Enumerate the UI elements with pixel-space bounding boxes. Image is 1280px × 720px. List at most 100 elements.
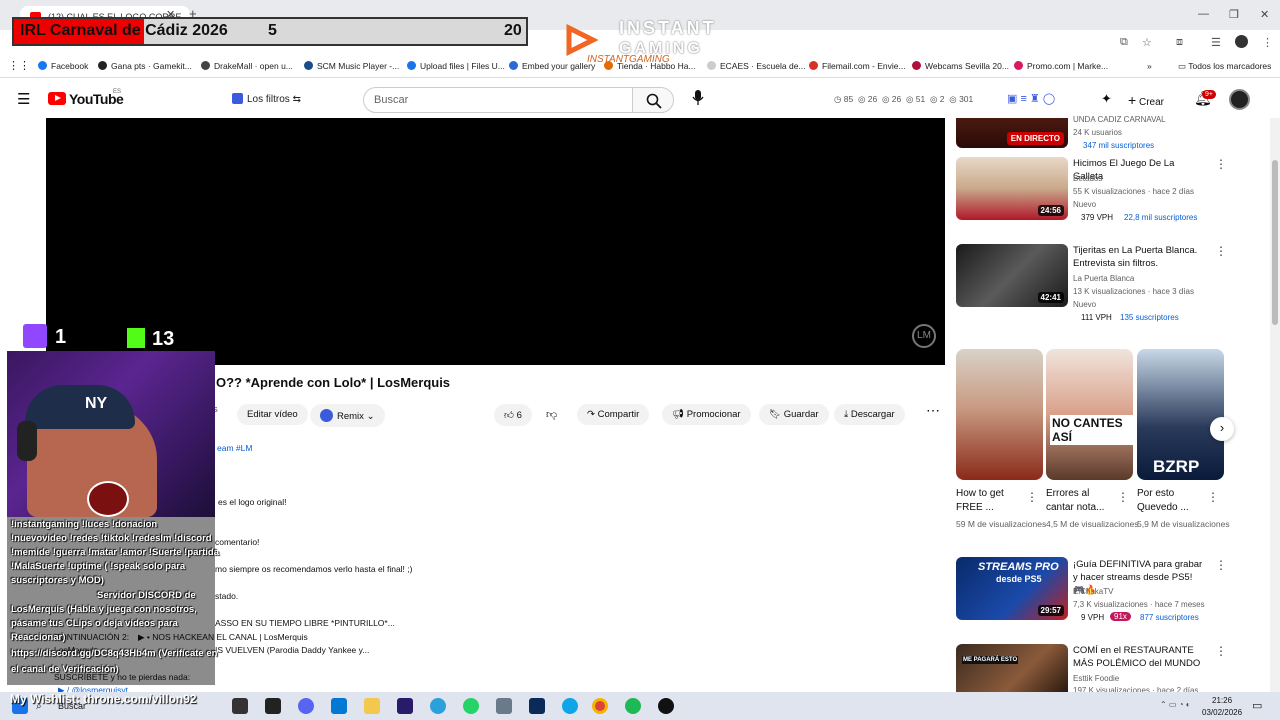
apps-grid-icon[interactable]: ⋮⋮ xyxy=(8,59,30,72)
sidebar-channel[interactable]: La Puerta Blanca xyxy=(1073,274,1134,283)
shorts-next-button[interactable]: › xyxy=(1210,417,1234,441)
description-hashtags[interactable]: eam #LM xyxy=(217,443,252,453)
bookmark-upload-files[interactable]: Upload files | Files U... xyxy=(407,61,505,71)
file-explorer-icon[interactable] xyxy=(364,698,380,714)
bookmark-gamekit[interactable]: Gana pts · Gamekit... xyxy=(98,61,192,71)
sidebar-video-title[interactable]: COMÍ en el RESTAURANTE MÁS POLÉMICO del … xyxy=(1073,644,1205,670)
thumbs-down-icon: 👎︎ xyxy=(546,409,558,421)
telegram-icon[interactable] xyxy=(430,698,446,714)
more-bookmarks-icon[interactable]: » xyxy=(1147,61,1152,71)
promote-button[interactable]: 📢︎ Promocionar xyxy=(662,404,751,425)
search-button[interactable] xyxy=(632,87,674,113)
maximize-icon[interactable]: ❐ xyxy=(1229,8,1239,21)
filters-button[interactable]: Los filtros ⇆ xyxy=(232,93,301,105)
short-menu-icon[interactable]: ⋮ xyxy=(1026,490,1038,504)
minimize-icon[interactable]: — xyxy=(1198,8,1209,20)
davinci-icon[interactable] xyxy=(265,698,281,714)
studio-icon[interactable]: ✦ xyxy=(1101,91,1112,107)
sidebar-thumbnail[interactable]: 42:41 xyxy=(956,244,1068,307)
bookmark-webcams[interactable]: Webcams Sevilla 20... xyxy=(912,61,1009,71)
chat-line: !instantgaming !luces !donacion xyxy=(11,519,158,530)
sidebar-item-menu-icon[interactable]: ⋮ xyxy=(1215,644,1227,658)
sidebar-thumbnail-live[interactable]: EN DIRECTO xyxy=(956,118,1068,148)
short-title[interactable]: How to get FREE ... xyxy=(956,487,1028,515)
filter-extension-icon xyxy=(232,93,243,104)
bookmark-promo[interactable]: Promo.com | Marke... xyxy=(1014,61,1108,71)
reading-list-icon[interactable]: ☰ xyxy=(1211,36,1221,49)
search-input[interactable]: Buscar xyxy=(363,87,633,113)
sidebar-item-menu-icon[interactable]: ⋮ xyxy=(1215,157,1227,171)
short-thumbnail[interactable]: NO CANTES ASÍ xyxy=(1046,349,1133,480)
taskbar-time[interactable]: 21:26 xyxy=(1212,696,1232,705)
sidebar-channel[interactable]: Betados xyxy=(1073,174,1102,183)
sidebar-item-menu-icon[interactable]: ⋮ xyxy=(1215,244,1227,258)
sidebar-thumbnail[interactable]: STREAMS PRO desde PS5 29:57 xyxy=(956,557,1068,620)
remix-button[interactable]: Remix ⌄ xyxy=(310,404,385,427)
edit-video-button[interactable]: Editar vídeo xyxy=(237,404,308,425)
bookmark-filemail[interactable]: Filemail.com - Envie... xyxy=(809,61,906,71)
short-views: 4,5 M de visualizaciones xyxy=(1046,519,1139,529)
video-player[interactable] xyxy=(46,118,945,365)
extensions-icon[interactable]: ⧈ xyxy=(1176,36,1183,49)
bookmark-scm[interactable]: SCM Music Player -... xyxy=(304,61,399,71)
mail-icon[interactable] xyxy=(331,698,347,714)
scrollbar-thumb[interactable] xyxy=(1272,160,1278,325)
after-effects-icon[interactable] xyxy=(397,698,413,714)
sidebar-item-menu-icon[interactable]: ⋮ xyxy=(1215,558,1227,572)
short-menu-icon[interactable]: ⋮ xyxy=(1117,490,1129,504)
sidebar-channel[interactable]: ElChakaTV xyxy=(1073,587,1113,596)
save-button[interactable]: 🔖︎ Guardar xyxy=(759,404,829,425)
download-button[interactable]: ⤓ Descargar xyxy=(834,404,905,425)
create-button[interactable]: + Crear xyxy=(1128,92,1164,108)
sidebar-channel[interactable]: UNDA CADIZ CARNAVAL xyxy=(1073,115,1166,124)
photoshop-icon[interactable] xyxy=(529,698,545,714)
short-title[interactable]: Por esto Quevedo ... xyxy=(1137,487,1209,515)
channel-avatar[interactable] xyxy=(1229,89,1250,110)
browser-menu-icon[interactable]: ⋮ xyxy=(1262,36,1273,49)
notification-center-icon[interactable]: ▭ xyxy=(1252,699,1262,712)
short-views: 5,9 M de visualizaciones xyxy=(1137,519,1230,529)
mic-icon[interactable] xyxy=(692,90,704,106)
sidebar-video-title[interactable]: Tijeritas en La Puerta Blanca. Entrevist… xyxy=(1073,244,1205,270)
scm-icon xyxy=(304,61,313,70)
window-close-icon[interactable]: ✕ xyxy=(1260,8,1269,21)
extension-icons[interactable]: ▣ ≡ ♜ ◯ xyxy=(1007,92,1055,105)
like-button[interactable]: 👍︎ 6 xyxy=(494,404,532,426)
install-icon[interactable]: ⧉ xyxy=(1120,36,1128,49)
sidebar-thumbnail[interactable]: ME PAGARÁ ESTO xyxy=(956,644,1068,692)
edge-icon[interactable] xyxy=(562,698,578,714)
youtube-play-icon[interactable] xyxy=(48,92,66,105)
bookmark-star-icon[interactable]: ☆ xyxy=(1142,36,1152,49)
obs-icon[interactable] xyxy=(658,698,674,714)
share-button[interactable]: ↷ Compartir xyxy=(577,404,650,425)
sidebar-channel[interactable]: Esttik Foodie xyxy=(1073,674,1119,683)
profile-avatar[interactable] xyxy=(1235,35,1248,48)
chrome-icon[interactable] xyxy=(592,698,608,714)
bookmark-facebook[interactable]: Facebook xyxy=(38,61,88,71)
dislike-button[interactable]: 👎︎ xyxy=(546,408,557,421)
sidebar-thumbnail[interactable]: 24:56 xyxy=(956,157,1068,220)
subs-badge: 22,8 mil suscriptores xyxy=(1124,213,1198,222)
hamburger-menu-icon[interactable]: ☰ xyxy=(17,90,30,108)
short-thumbnail[interactable] xyxy=(956,349,1043,480)
tray-icons[interactable]: ⌃ ▭ ◔ ◐ xyxy=(1160,700,1191,709)
settings-app-icon[interactable] xyxy=(496,698,512,714)
short-menu-icon[interactable]: ⋮ xyxy=(1207,490,1219,504)
chat-line: pásame tus CLips o deja videos para xyxy=(11,618,178,629)
youtube-header: ☰ YouTube ES Los filtros ⇆ Buscar ◷ 85 ◎… xyxy=(0,80,1280,118)
thumbnail-text: ME PAGARÁ ESTO xyxy=(962,656,1019,664)
more-actions-button[interactable]: ⋯ xyxy=(926,402,940,419)
bookmark-drakemall[interactable]: DrakeMall · open u... xyxy=(201,61,293,71)
spotify-icon[interactable] xyxy=(625,698,641,714)
short-title[interactable]: Errores al cantar nota... xyxy=(1046,487,1118,515)
all-bookmarks-folder[interactable]: ▭ Todos los marcadores xyxy=(1178,61,1271,72)
chat-line: !nuevovideo !redes !tiktok !redesIm !dis… xyxy=(11,533,212,544)
short-thumbnail[interactable]: BZRP xyxy=(1137,349,1224,480)
whatsapp-icon[interactable] xyxy=(463,698,479,714)
discord-icon[interactable] xyxy=(298,698,314,714)
channel-watermark[interactable]: LM xyxy=(912,324,936,348)
task-view-icon[interactable] xyxy=(232,698,248,714)
kick-icon xyxy=(127,328,145,348)
taskbar-date[interactable]: 03/02/2026 xyxy=(1202,708,1242,717)
event-title: IRL Carnaval de Cádiz 2026 xyxy=(20,22,228,39)
